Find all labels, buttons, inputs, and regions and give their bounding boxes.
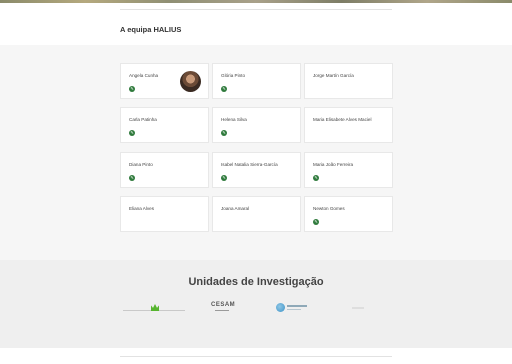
units-section [0, 260, 512, 348]
team-member-card[interactable]: Maria João Ferreira ✎ [304, 152, 393, 188]
researcher-profile-icon[interactable]: ✎ [313, 175, 319, 181]
team-member-name: Eliana Alves [129, 206, 155, 211]
team-member-card[interactable]: Diana Pinto ✎ [120, 152, 209, 188]
researcher-profile-icon[interactable]: ✎ [129, 130, 135, 136]
team-member-card[interactable]: Isabel Natalia Sierra-García ✎ [212, 152, 301, 188]
researcher-profile-icon[interactable]: ✎ [221, 130, 227, 136]
team-member-card[interactable]: Helena Silva ✎ [212, 107, 301, 143]
cesam-wordmark: CESAM [211, 302, 236, 308]
units-title: Unidades de Investigação [188, 276, 324, 288]
team-member-card[interactable]: Glória Pinto ✎ [212, 63, 301, 99]
researcher-profile-icon[interactable]: ✎ [313, 219, 319, 225]
logo-wordmark [287, 305, 307, 307]
researcher-profile-icon[interactable]: ✎ [129, 86, 135, 92]
header-image-strip [0, 0, 512, 3]
team-member-card[interactable]: Angela Cunha ✎ [120, 63, 209, 99]
team-member-name: Diana Pinto [129, 162, 153, 167]
team-member-name: Angela Cunha [129, 73, 159, 78]
team-member-name: Jorge Martín García [313, 73, 354, 78]
avatar [180, 71, 201, 92]
team-member-name: Joana Amaral [221, 206, 250, 211]
team-member-name: Maria Elisabete Alves Maciel [313, 117, 372, 122]
team-member-card[interactable]: Jorge Martín García [304, 63, 393, 99]
researcher-profile-icon[interactable]: ✎ [129, 175, 135, 181]
team-member-name: Helena Silva [221, 117, 247, 122]
crown-icon [151, 304, 159, 311]
research-unit-logo-faint[interactable] [352, 302, 364, 314]
bottom-divider [120, 356, 392, 357]
logo-wordmark [352, 307, 364, 309]
team-member-card[interactable]: Newton Gomes ✎ [304, 196, 393, 232]
team-member-name: Newton Gomes [313, 206, 345, 211]
research-unit-logo-globe[interactable] [276, 302, 308, 314]
team-title: A equipa HALIUS [120, 25, 182, 34]
team-member-name: Isabel Natalia Sierra-García [221, 162, 278, 167]
team-member-name: Maria João Ferreira [313, 162, 354, 167]
team-member-card[interactable]: Carla Patinha ✎ [120, 107, 209, 143]
globe-icon [276, 303, 285, 312]
researcher-profile-icon[interactable]: ✎ [221, 86, 227, 92]
team-member-name: Glória Pinto [221, 73, 246, 78]
top-divider [120, 9, 392, 10]
team-member-card[interactable]: Eliana Alves [120, 196, 209, 232]
researcher-profile-icon[interactable]: ✎ [221, 175, 227, 181]
cesam-logo[interactable]: CESAM [211, 302, 236, 314]
logo-subline [215, 310, 229, 311]
logo-subline [287, 309, 301, 310]
research-unit-logo-crown[interactable] [123, 302, 185, 314]
team-member-card[interactable]: Joana Amaral [212, 196, 301, 232]
team-member-name: Carla Patinha [129, 117, 157, 122]
team-member-card[interactable]: Maria Elisabete Alves Maciel [304, 107, 393, 143]
